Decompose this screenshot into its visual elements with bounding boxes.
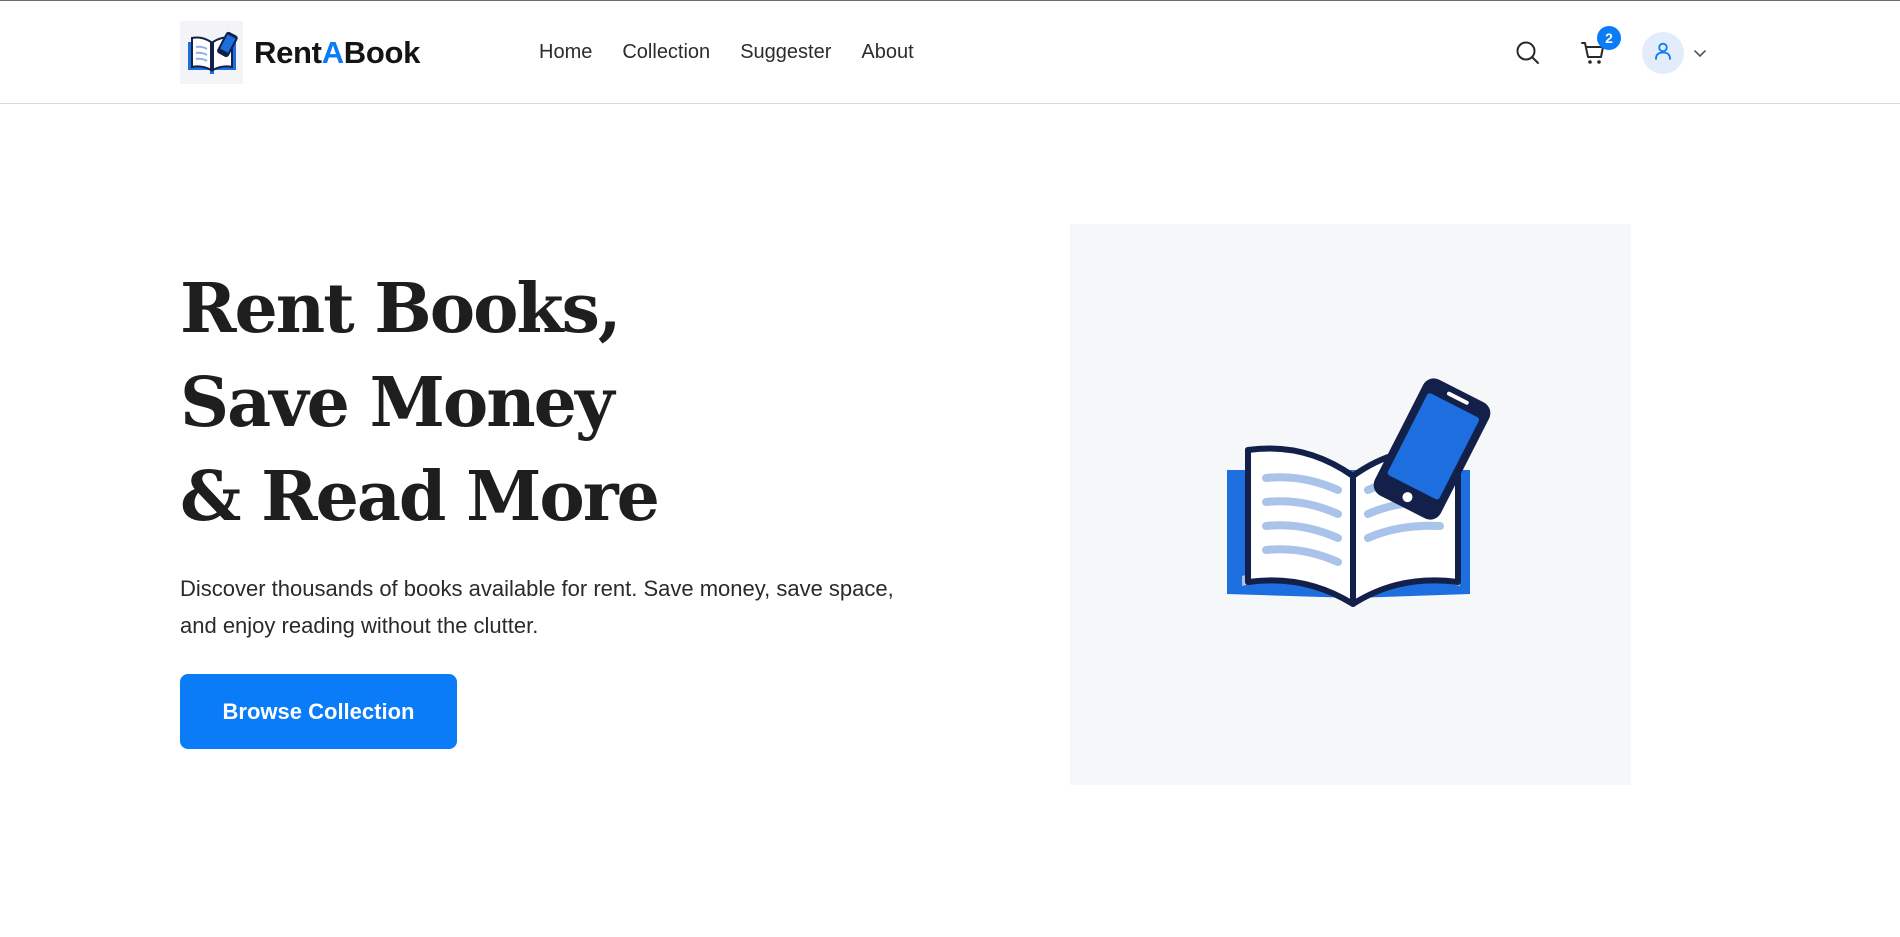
main-nav: Home Collection Suggester About <box>539 1 944 103</box>
avatar[interactable] <box>1642 32 1684 74</box>
brand-logo[interactable]: RentABook <box>180 21 420 84</box>
user-icon <box>1653 41 1673 66</box>
search-button[interactable] <box>1510 37 1546 73</box>
hero-title-line: Rent Books, <box>180 269 622 349</box>
browse-collection-button[interactable]: Browse Collection <box>180 674 457 749</box>
hero-illustration <box>1070 224 1631 785</box>
nav-home[interactable]: Home <box>539 41 592 64</box>
hero-description: Discover thousands of books available fo… <box>180 576 894 638</box>
nav-about[interactable]: About <box>861 41 913 64</box>
chevron-down-icon[interactable] <box>1693 48 1707 58</box>
brand-name: RentABook <box>254 34 421 70</box>
user-menu[interactable] <box>1642 32 1707 74</box>
hero-title-line: & Read More <box>180 457 660 537</box>
hero-title: Rent Books, Save Money & Read More <box>180 262 660 544</box>
book-phone-icon <box>1227 378 1491 607</box>
search-icon <box>1515 40 1541 71</box>
book-logo-icon <box>180 21 243 84</box>
site-header: RentABook Home Collection Suggester Abou… <box>0 1 1900 104</box>
nav-collection[interactable]: Collection <box>622 41 710 64</box>
hero-title-line: Save Money <box>180 363 614 443</box>
cart-count-badge: 2 <box>1597 26 1621 50</box>
nav-suggester[interactable]: Suggester <box>740 41 831 64</box>
